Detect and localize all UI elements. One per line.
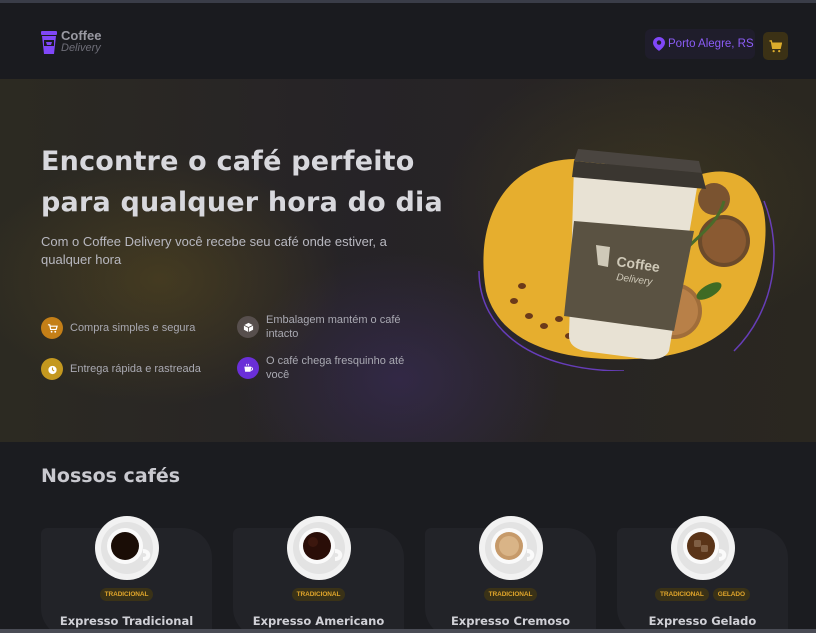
feature-packaging: Embalagem mantém o café intacto — [237, 313, 417, 341]
tag-label: TRADICIONAL — [655, 588, 709, 601]
tag-label: TRADICIONAL — [483, 588, 538, 601]
tag-label: TRADICIONAL — [291, 588, 346, 601]
logo-cup-icon — [41, 31, 57, 54]
coffee-tags: TRADICIONAL — [425, 588, 596, 601]
coffee-name: Expresso Gelado — [648, 614, 757, 628]
shopping-cart-icon — [769, 39, 782, 52]
app-header: Coffee Delivery Porto Alegre, RS — [0, 3, 816, 79]
coffee-name: Expresso Americano — [252, 614, 385, 628]
location-label: Porto Alegre, RS — [668, 38, 754, 50]
coffee-cup-image — [94, 515, 160, 581]
coffee-name: Expresso Cremoso — [450, 614, 571, 628]
coffee-cup-image — [670, 515, 736, 581]
feature-label: O café chega fresquinho até você — [266, 355, 405, 381]
feature-label: Embalagem mantém o café intacto — [266, 314, 401, 340]
coffee-name: Expresso Tradicional — [59, 614, 194, 628]
hero-section: Encontre o café perfeito para qualquer h… — [0, 79, 816, 442]
coffee-cup-image — [478, 515, 544, 581]
feature-label: Entrega rápida e rastreada — [70, 363, 201, 375]
bottom-border — [0, 629, 816, 633]
feature-fast-delivery: Entrega rápida e rastreada — [41, 358, 201, 380]
map-pin-icon — [653, 37, 665, 51]
hero-subtitle: Com o Coffee Delivery você recebe seu ca… — [41, 234, 387, 267]
logo-text-coffee: Coffee — [61, 28, 102, 43]
logo-text-delivery: Delivery — [61, 42, 101, 54]
feature-label: Compra simples e segura — [70, 322, 196, 334]
tag-label: GELADO — [712, 588, 750, 601]
cart-button[interactable] — [763, 32, 788, 60]
location-button[interactable]: Porto Alegre, RS — [645, 29, 755, 59]
catalog-title: Nossos cafés — [41, 465, 181, 487]
coffee-tags: TRADICIONAL — [41, 588, 212, 601]
timer-icon — [41, 358, 63, 380]
coffee-tags: TRADICIONAL — [233, 588, 404, 601]
hero-coffee-cup-image: Coffee Delivery — [478, 149, 775, 371]
hero-title: Encontre o café perfeito para qualquer h… — [41, 146, 443, 218]
coffee-tags: TRADICIONAL GELADO — [617, 588, 788, 601]
coffee-icon — [237, 357, 259, 379]
feature-fresh-coffee: O café chega fresquinho até você — [237, 354, 417, 382]
tag-label: TRADICIONAL — [99, 588, 154, 601]
coffee-delivery-logo[interactable]: Coffee Delivery — [40, 27, 104, 57]
package-icon — [237, 316, 259, 338]
cart-icon — [41, 317, 63, 339]
coffee-cup-image — [286, 515, 352, 581]
feature-simple-purchase: Compra simples e segura — [41, 317, 195, 339]
